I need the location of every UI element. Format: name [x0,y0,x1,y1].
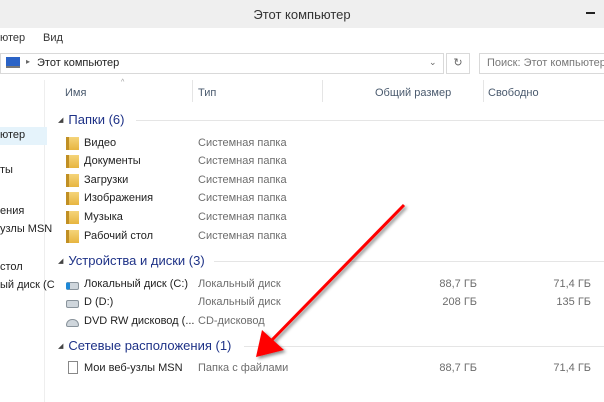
arrow-shaft [268,203,406,344]
annotation-arrow [256,203,406,357]
